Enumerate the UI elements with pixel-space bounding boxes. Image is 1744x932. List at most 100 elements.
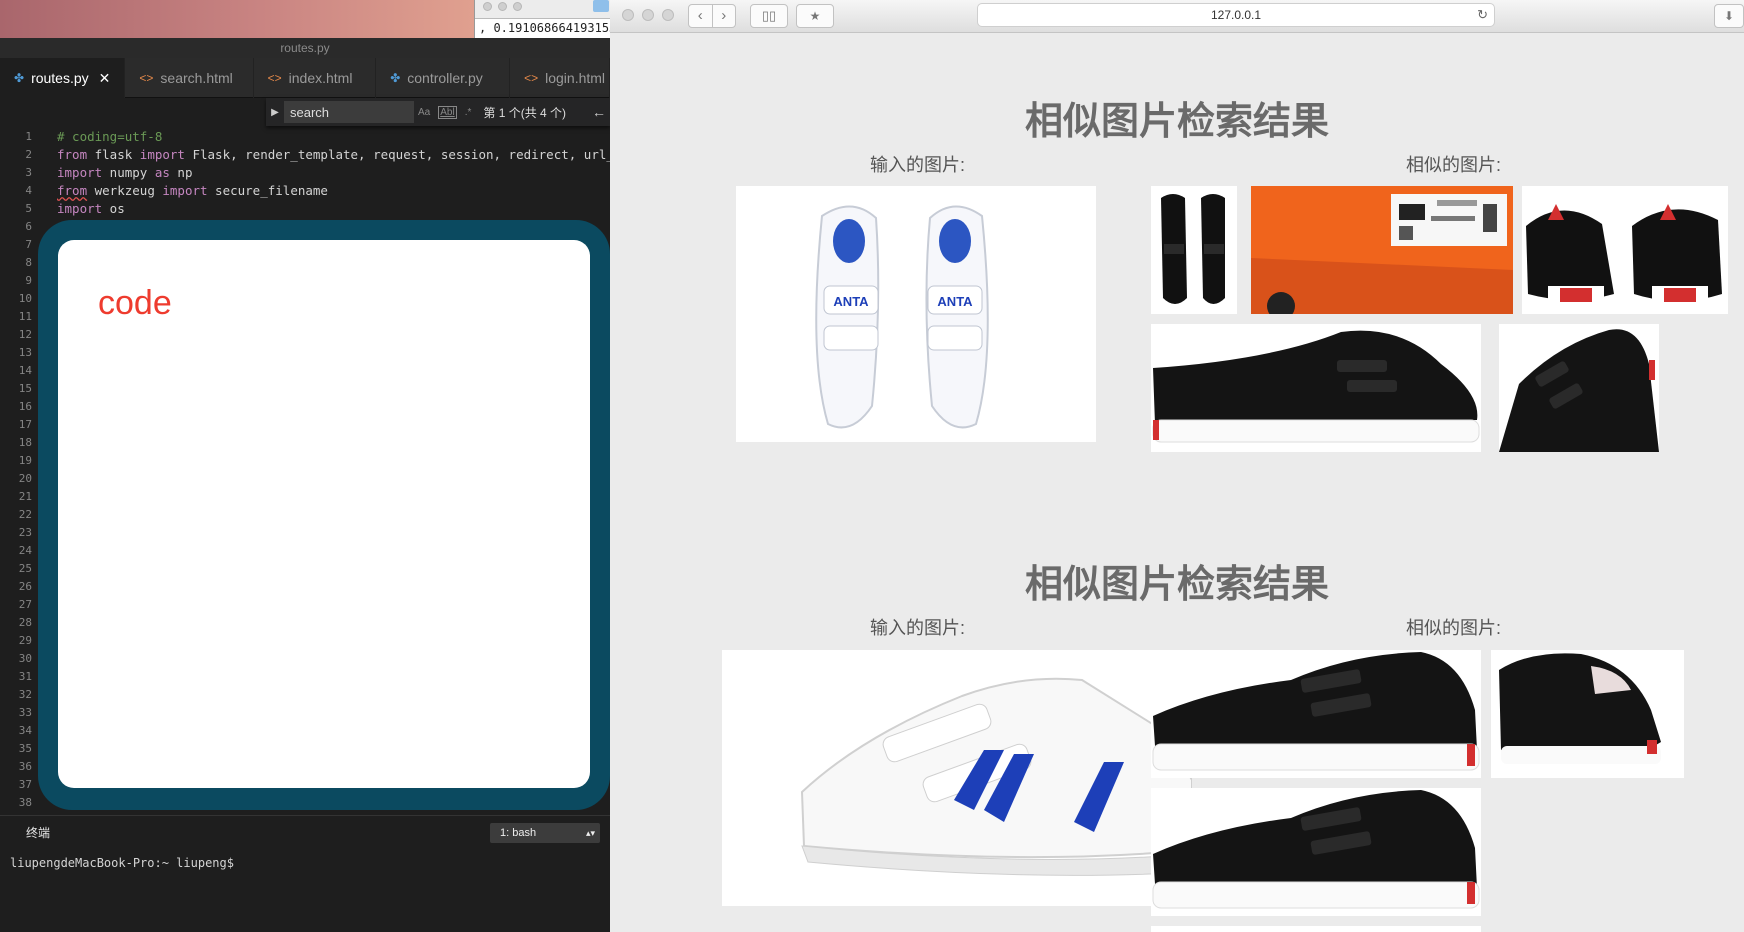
code-line: from werkzeug import secure_filename: [57, 183, 328, 198]
result-image: [1151, 650, 1481, 778]
find-widget: ▶ Aa Abl .* 第 1 个(共 4 个) ←: [266, 98, 610, 126]
html-file-icon: <>: [139, 71, 154, 85]
close-icon[interactable]: ✕: [99, 70, 111, 87]
whole-word-toggle[interactable]: Abl: [438, 105, 457, 119]
tab-login-html[interactable]: <> login.html: [510, 58, 610, 98]
result-image: [1151, 926, 1481, 932]
line-number: 27: [18, 598, 32, 611]
address-bar[interactable]: 127.0.0.1 ↻: [977, 3, 1495, 27]
html-file-icon: <>: [524, 71, 539, 85]
reload-icon[interactable]: ↻: [1477, 4, 1488, 26]
line-number: 11: [18, 310, 32, 323]
tab-controller-py[interactable]: ✤ controller.py: [376, 58, 511, 98]
line-number: 34: [18, 724, 32, 737]
line-number: 28: [18, 616, 32, 629]
line-number: 25: [18, 562, 32, 575]
python-file-icon: ✤: [14, 71, 25, 85]
line-number: 30: [18, 652, 32, 665]
terminal-select[interactable]: 1: bash ▴▾: [490, 823, 600, 843]
background-terminal-window[interactable]: , 0.191068664193153: [474, 0, 611, 38]
svg-text:ANTA: ANTA: [937, 294, 973, 309]
tab-label: search.html: [160, 70, 233, 86]
find-result-count: 第 1 个(共 4 个): [483, 105, 567, 120]
code-area[interactable]: # coding=utf-8 from flask import Flask, …: [57, 128, 610, 218]
line-number: 14: [18, 364, 32, 377]
panel-tab-terminal[interactable]: 终端: [26, 824, 50, 841]
tab-label: controller.py: [407, 70, 483, 86]
tab-search-html[interactable]: <> search.html: [125, 58, 254, 98]
line-number: 5: [25, 202, 32, 215]
back-icon[interactable]: ‹: [689, 5, 713, 27]
match-case-toggle[interactable]: Aa: [418, 107, 430, 118]
line-number: 4: [25, 184, 32, 197]
overlay-label: code: [98, 284, 172, 322]
python-file-icon: ✤: [390, 71, 401, 85]
chevron-right-icon[interactable]: ▶: [266, 107, 284, 118]
chevron-updown-icon: ▴▾: [585, 828, 595, 838]
line-number: 23: [18, 526, 32, 539]
terminal-output: , 0.191068664193153: [475, 18, 611, 38]
line-number: 21: [18, 490, 32, 503]
line-number: 33: [18, 706, 32, 719]
code-overlay-frame: code: [38, 220, 610, 810]
section-title: 相似图片检索结果: [1024, 564, 1329, 606]
line-number: 2: [25, 148, 32, 161]
folder-icon: [593, 0, 609, 12]
line-number: 18: [18, 436, 32, 449]
line-number: 26: [18, 580, 32, 593]
bookmark-star-icon[interactable]: ★: [796, 4, 834, 28]
result-image: [1151, 788, 1481, 916]
terminal-panel-header: 终端 1: bash ▴▾: [0, 815, 610, 847]
line-number: 32: [18, 688, 32, 701]
line-number: 38: [18, 796, 32, 809]
tab-index-html[interactable]: <> index.html: [254, 58, 377, 98]
svg-text:ANTA: ANTA: [833, 294, 869, 309]
code-line: import numpy as np: [57, 165, 193, 180]
input-image-label: 输入的图片:: [870, 618, 966, 638]
line-number: 17: [18, 418, 32, 431]
arrow-left-icon[interactable]: ←: [592, 104, 606, 120]
editor-title: routes.py: [0, 38, 610, 58]
input-image-label: 输入的图片:: [870, 155, 966, 175]
line-number: 6: [25, 220, 32, 233]
line-number: 8: [25, 256, 32, 269]
terminal-select-value: 1: bash: [500, 827, 537, 839]
tab-label: routes.py: [31, 70, 89, 86]
code-overlay-panel: code: [58, 240, 590, 788]
code-line: # coding=utf-8: [57, 129, 163, 144]
browser-window: ‹ › ▯▯ ★ 127.0.0.1 ↻ ⬇ 相似图片检索结果 输入的图片: 相…: [610, 0, 1744, 932]
line-number: 15: [18, 382, 32, 395]
forward-icon[interactable]: ›: [713, 5, 736, 27]
result-image: [1522, 186, 1728, 314]
url-text: 127.0.0.1: [1210, 8, 1262, 22]
nav-buttons: ‹ ›: [688, 4, 736, 28]
find-input[interactable]: [284, 101, 414, 123]
line-number-gutter: 1 2 3 4 5 6 7 8 9 10 11 12 13 14 15 16 17 18 19 20 21 22 23 24 2…: [0, 128, 40, 809]
input-image: [722, 650, 1192, 906]
line-number: 22: [18, 508, 32, 521]
download-icon[interactable]: ⬇: [1714, 4, 1744, 28]
line-number: 3: [25, 166, 32, 179]
html-file-icon: <>: [267, 71, 282, 85]
line-number: 12: [18, 328, 32, 341]
tab-routes-py[interactable]: ✤ routes.py ✕: [0, 58, 126, 98]
result-image: [1151, 186, 1237, 314]
section-title: 相似图片检索结果: [1024, 101, 1329, 143]
similar-images-label: 相似的图片:: [1406, 155, 1502, 175]
window-controls[interactable]: [483, 2, 522, 11]
result-image: [1499, 324, 1659, 452]
result-image: [1251, 186, 1513, 314]
sidebar-icon[interactable]: ▯▯: [750, 4, 788, 28]
code-line: from flask import Flask, render_template…: [57, 147, 610, 162]
line-number: 9: [25, 274, 32, 287]
code-editor-window: , 0.191068664193153 routes.py ✤ routes.p…: [0, 0, 611, 932]
code-line: import os: [57, 201, 125, 216]
terminal-prompt[interactable]: liupengdeMacBook-Pro:~ liupeng$: [10, 856, 234, 870]
window-controls[interactable]: [622, 9, 674, 21]
line-number: 35: [18, 742, 32, 755]
desktop-wallpaper: [0, 0, 474, 38]
similar-images-label: 相似的图片:: [1406, 618, 1502, 638]
regex-toggle[interactable]: .*: [465, 107, 472, 118]
line-number: 36: [18, 760, 32, 773]
tab-label: login.html: [545, 70, 606, 86]
